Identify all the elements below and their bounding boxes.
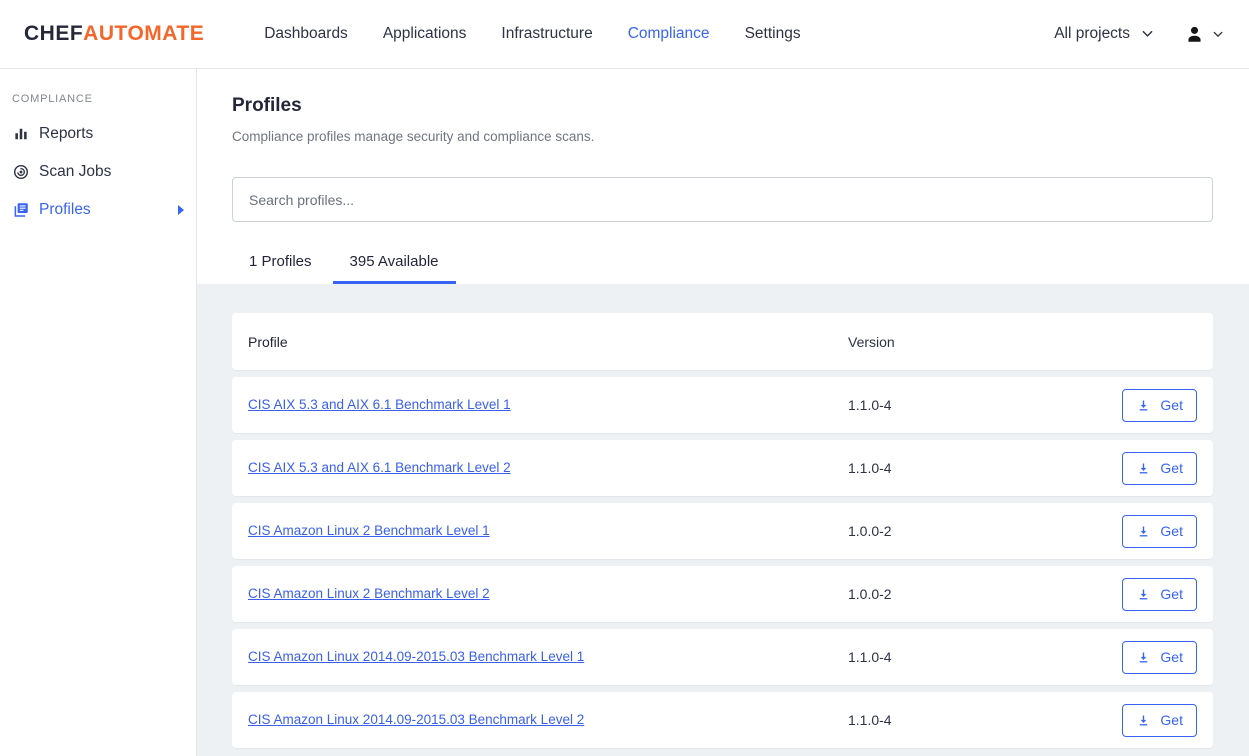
download-icon xyxy=(1136,713,1151,728)
sidebar-item-label: Reports xyxy=(39,125,93,143)
library-icon xyxy=(12,201,30,219)
sidebar-item-reports[interactable]: Reports xyxy=(0,115,196,153)
sidebar-item-scan-jobs[interactable]: Scan Jobs xyxy=(0,153,196,191)
main-nav: Dashboards Applications Infrastructure C… xyxy=(264,25,800,43)
get-button[interactable]: Get xyxy=(1122,452,1197,485)
profile-version: 1.0.0-2 xyxy=(848,523,1122,539)
page-header-area: Profiles Compliance profiles manage secu… xyxy=(197,69,1249,284)
table-row: CIS AIX 5.3 and AIX 6.1 Benchmark Level … xyxy=(232,440,1213,496)
table-header-row: Profile Version xyxy=(232,313,1213,370)
projects-filter-dropdown[interactable]: All projects xyxy=(1054,25,1153,43)
nav-infrastructure[interactable]: Infrastructure xyxy=(501,25,592,43)
expand-right-icon[interactable] xyxy=(178,205,184,215)
get-button-label: Get xyxy=(1160,649,1183,665)
table-row: CIS AIX 5.3 and AIX 6.1 Benchmark Level … xyxy=(232,377,1213,433)
profile-link[interactable]: CIS Amazon Linux 2014.09-2015.03 Benchma… xyxy=(248,712,584,727)
chevron-down-icon xyxy=(1213,31,1223,38)
download-icon xyxy=(1136,650,1151,665)
radar-icon xyxy=(12,163,30,181)
logo-chef-text: CHEF xyxy=(24,22,83,45)
top-navbar: CHEFAUTOMATE Dashboards Applications Inf… xyxy=(0,0,1249,69)
profiles-tabs: 1 Profiles 395 Available xyxy=(232,245,1213,284)
page-title: Profiles xyxy=(232,96,1213,116)
get-button[interactable]: Get xyxy=(1122,515,1197,548)
chevron-down-icon xyxy=(1142,30,1153,38)
profile-version: 1.1.0-4 xyxy=(848,397,1122,413)
table-row: CIS Amazon Linux 2014.09-2015.03 Benchma… xyxy=(232,629,1213,685)
tab-my-profiles[interactable]: 1 Profiles xyxy=(232,245,329,284)
nav-applications[interactable]: Applications xyxy=(383,25,467,43)
download-icon xyxy=(1136,524,1151,539)
profile-link[interactable]: CIS AIX 5.3 and AIX 6.1 Benchmark Level … xyxy=(248,460,511,475)
table-row: CIS Amazon Linux 2 Benchmark Level 2 1.0… xyxy=(232,566,1213,622)
get-button-label: Get xyxy=(1160,586,1183,602)
download-icon xyxy=(1136,587,1151,602)
profiles-table-area: Profile Version CIS AIX 5.3 and AIX 6.1 … xyxy=(197,284,1249,756)
chef-automate-logo[interactable]: CHEFAUTOMATE xyxy=(24,22,204,46)
get-button-label: Get xyxy=(1160,523,1183,539)
nav-compliance[interactable]: Compliance xyxy=(628,25,710,43)
download-icon xyxy=(1136,398,1151,413)
profile-link[interactable]: CIS Amazon Linux 2014.09-2015.03 Benchma… xyxy=(248,649,584,664)
get-button-label: Get xyxy=(1160,712,1183,728)
sidebar-item-label: Profiles xyxy=(39,201,91,219)
profile-link[interactable]: CIS Amazon Linux 2 Benchmark Level 2 xyxy=(248,586,490,601)
sidebar: COMPLIANCE Reports Scan Jobs Pr xyxy=(0,69,197,756)
table-body: CIS AIX 5.3 and AIX 6.1 Benchmark Level … xyxy=(232,377,1213,748)
column-header-profile: Profile xyxy=(248,334,848,350)
get-button-label: Get xyxy=(1160,460,1183,476)
profile-version: 1.0.0-2 xyxy=(848,586,1122,602)
profile-version: 1.1.0-4 xyxy=(848,460,1122,476)
get-button-label: Get xyxy=(1160,397,1183,413)
sidebar-section-label: COMPLIANCE xyxy=(0,93,196,105)
table-row: CIS Amazon Linux 2014.09-2015.03 Benchma… xyxy=(232,692,1213,748)
logo-automate-text: AUTOMATE xyxy=(83,22,204,45)
get-button[interactable]: Get xyxy=(1122,641,1197,674)
main-content: Profiles Compliance profiles manage secu… xyxy=(197,69,1249,756)
tab-available[interactable]: 395 Available xyxy=(333,245,456,284)
get-button[interactable]: Get xyxy=(1122,578,1197,611)
search-input[interactable] xyxy=(232,177,1213,222)
column-header-version: Version xyxy=(848,334,1197,350)
sidebar-item-profiles[interactable]: Profiles xyxy=(0,191,196,229)
get-button[interactable]: Get xyxy=(1122,389,1197,422)
profile-link[interactable]: CIS AIX 5.3 and AIX 6.1 Benchmark Level … xyxy=(248,397,511,412)
download-icon xyxy=(1136,461,1151,476)
profile-version: 1.1.0-4 xyxy=(848,712,1122,728)
bar-chart-icon xyxy=(12,125,30,143)
nav-settings[interactable]: Settings xyxy=(745,25,801,43)
table-row: CIS Amazon Linux 2 Benchmark Level 1 1.0… xyxy=(232,503,1213,559)
user-avatar-icon xyxy=(1183,23,1206,46)
navbar-right: All projects xyxy=(1054,23,1223,46)
user-menu[interactable] xyxy=(1183,23,1223,46)
sidebar-item-label: Scan Jobs xyxy=(39,163,111,181)
get-button[interactable]: Get xyxy=(1122,704,1197,737)
projects-filter-label: All projects xyxy=(1054,25,1130,43)
profile-version: 1.1.0-4 xyxy=(848,649,1122,665)
profile-link[interactable]: CIS Amazon Linux 2 Benchmark Level 1 xyxy=(248,523,490,538)
nav-dashboards[interactable]: Dashboards xyxy=(264,25,348,43)
page-description: Compliance profiles manage security and … xyxy=(232,130,1213,144)
